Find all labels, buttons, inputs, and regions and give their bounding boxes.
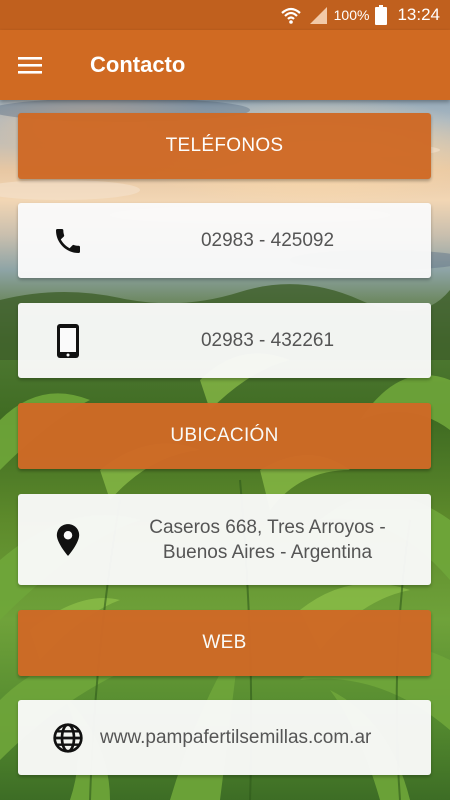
address-card[interactable]: Caseros 668, Tres Arroyos - Buenos Aires… (18, 494, 431, 585)
web-header-label: WEB (202, 632, 247, 653)
status-bar: 100% 13:24 (0, 0, 450, 30)
address-text: Caseros 668, Tres Arroyos - Buenos Aires… (118, 515, 431, 565)
hamburger-menu-icon[interactable] (0, 30, 60, 100)
landline-phone-number: 02983 - 425092 (200, 230, 335, 251)
location-pin-icon (18, 523, 118, 557)
website-card[interactable]: www.pampafertilsemillas.com.ar (18, 700, 431, 775)
battery-text: 100% (333, 7, 370, 23)
location-header-label: UBICACIÓN (170, 425, 279, 446)
phone-icon (18, 225, 118, 257)
mobile-phone-number: 02983 - 432261 (200, 330, 335, 351)
battery-icon (375, 5, 388, 25)
signal-icon (308, 5, 328, 25)
website-link[interactable]: www.pampafertilsemillas.com.ar (100, 725, 431, 750)
app-bar: Contacto (0, 30, 450, 100)
web-section-header: WEB (18, 610, 431, 676)
phones-header-label: TELÉFONOS (165, 135, 284, 156)
address-line-2: Buenos Aires - Argentina (162, 541, 373, 563)
phones-section-header: TELÉFONOS (18, 113, 431, 179)
mobile-phone-card[interactable]: 02983 - 432261 (18, 303, 431, 378)
location-section-header: UBICACIÓN (18, 403, 431, 469)
page-title: Contacto (90, 52, 186, 77)
wifi-icon (280, 5, 302, 25)
address-line-1: Caseros 668, Tres Arroyos - (149, 516, 386, 538)
smartphone-icon (18, 323, 118, 359)
clock: 13:24 (397, 5, 440, 24)
landline-phone-card[interactable]: 02983 - 425092 (18, 203, 431, 278)
